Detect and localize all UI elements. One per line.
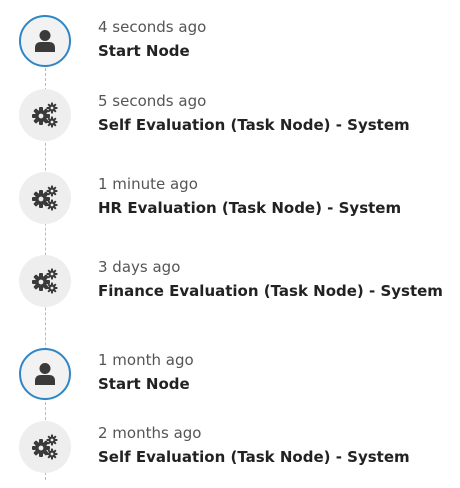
system-avatar [19,89,71,141]
activity-timeline: 4 seconds ago Start Node 5 seconds ago S… [0,0,460,488]
timeline-time: 1 minute ago [98,175,198,193]
timeline-title: HR Evaluation (Task Node) - System [98,199,402,217]
timeline-title: Finance Evaluation (Task Node) - System [98,282,443,300]
timeline-item: 1 month ago Start Node [0,348,460,408]
timeline-item: 5 seconds ago Self Evaluation (Task Node… [0,89,460,149]
timeline-title: Start Node [98,42,190,60]
timeline-item: 3 days ago Finance Evaluation (Task Node… [0,255,460,315]
user-avatar [19,15,71,67]
timeline-title: Self Evaluation (Task Node) - System [98,116,410,134]
gears-icon [32,102,58,128]
timeline-title: Start Node [98,375,190,393]
timeline-item: 1 minute ago HR Evaluation (Task Node) -… [0,172,460,232]
user-icon [35,363,55,385]
user-avatar [19,348,71,400]
timeline-time: 1 month ago [98,351,194,369]
user-icon [35,30,55,52]
timeline-item: 2 months ago Self Evaluation (Task Node)… [0,421,460,481]
system-avatar [19,172,71,224]
gears-icon [32,434,58,460]
system-avatar [19,255,71,307]
timeline-time: 5 seconds ago [98,92,207,110]
timeline-title: Self Evaluation (Task Node) - System [98,448,410,466]
timeline-time: 2 months ago [98,424,202,442]
timeline-time: 4 seconds ago [98,18,207,36]
timeline-time: 3 days ago [98,258,181,276]
gears-icon [32,268,58,294]
system-avatar [19,421,71,473]
gears-icon [32,185,58,211]
timeline-item: 4 seconds ago Start Node [0,15,460,75]
